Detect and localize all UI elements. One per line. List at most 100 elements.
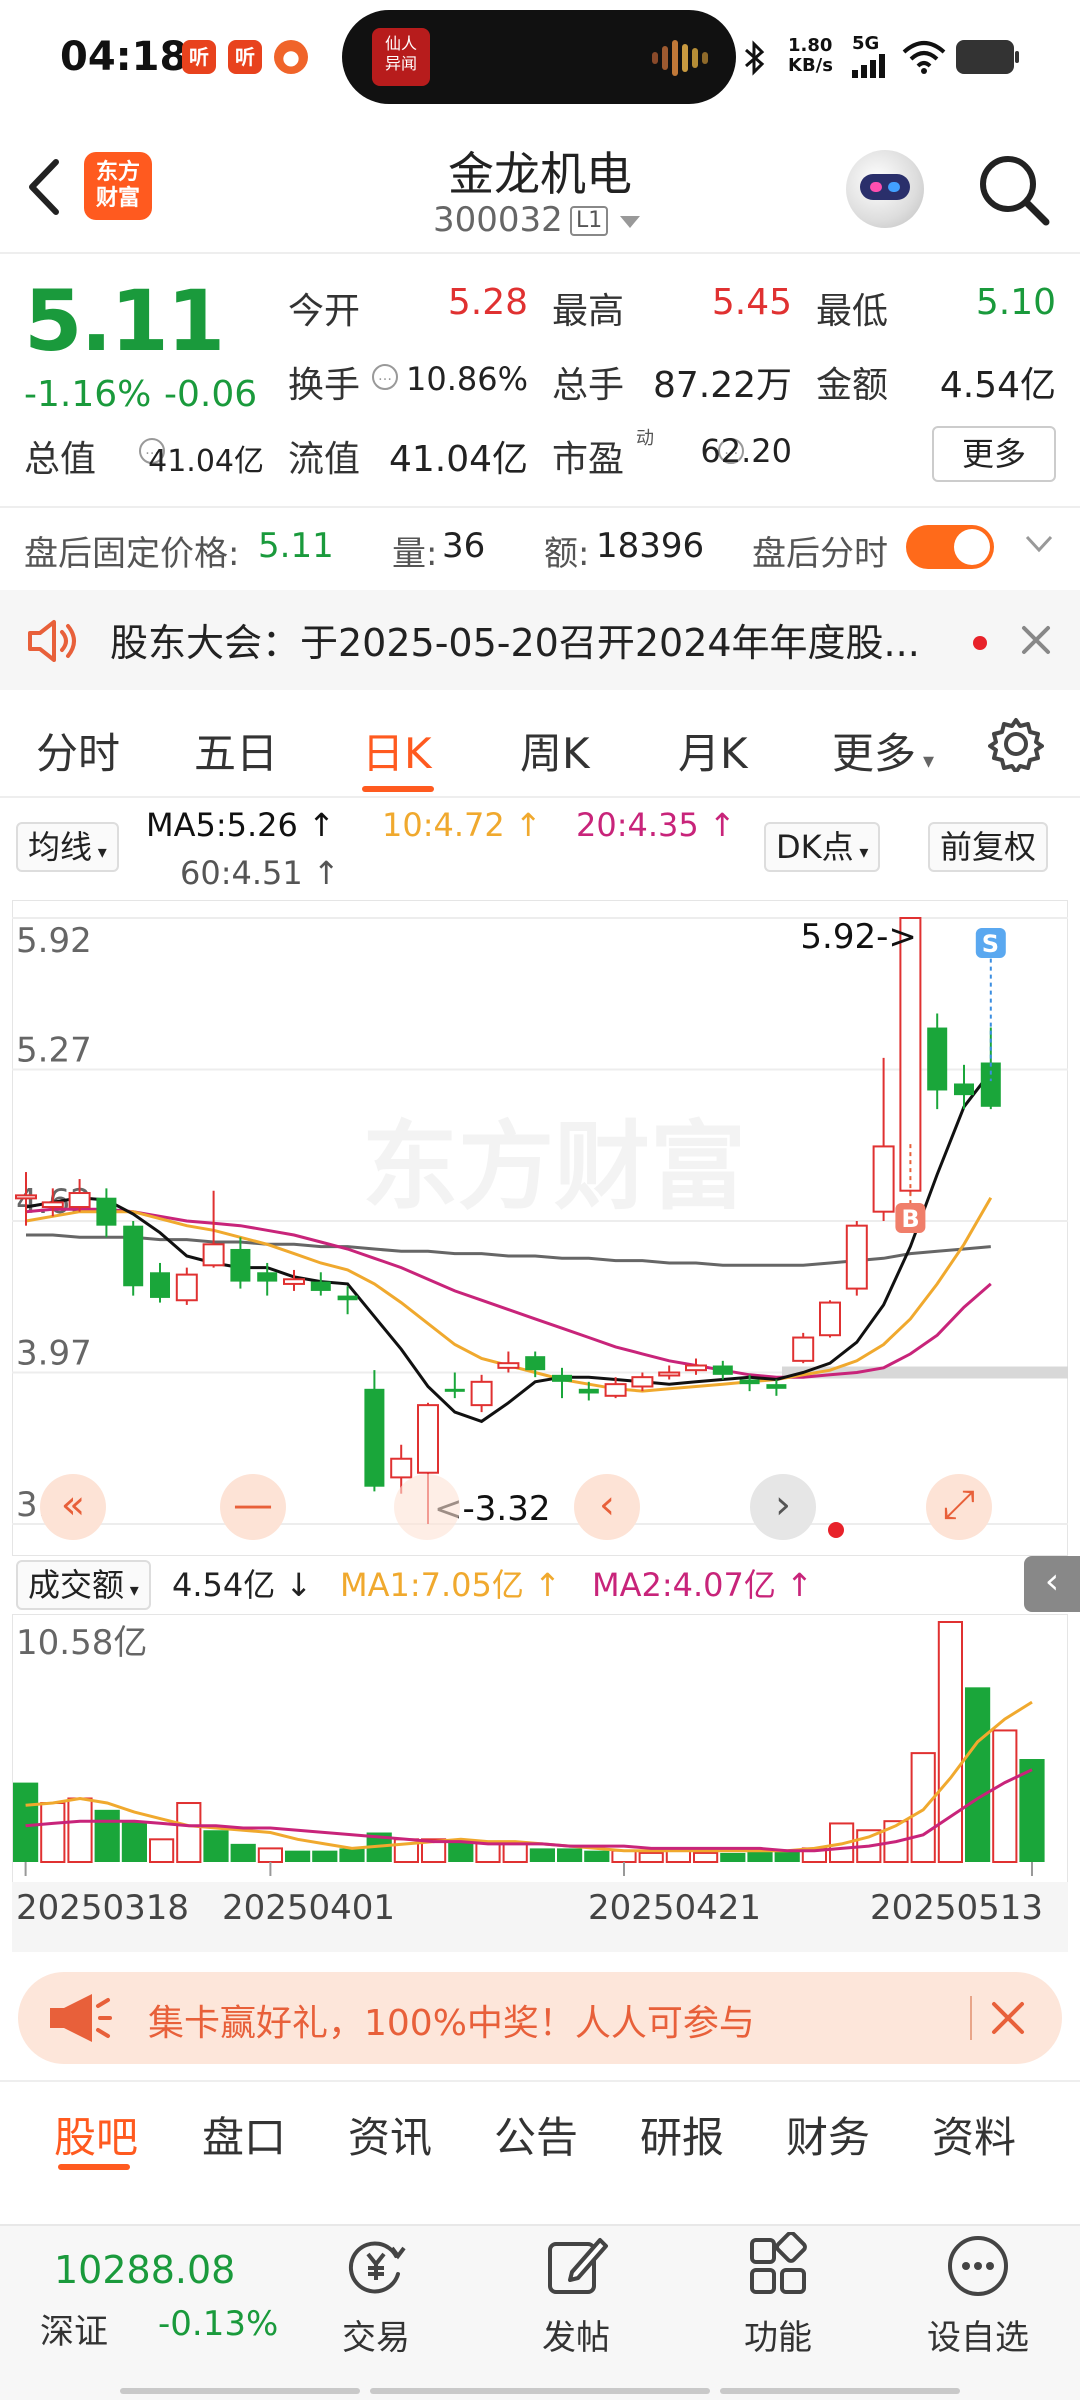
after-hours-toggle[interactable]	[906, 525, 994, 569]
tab-order-book[interactable]: 盘口	[202, 2104, 286, 2165]
tab-monthly-k[interactable]: 月K	[678, 720, 748, 781]
y-tick-label: 10.58亿	[16, 1623, 147, 1663]
tab-financials[interactable]: 财务	[786, 2104, 870, 2165]
float-value: 41.04亿	[388, 439, 528, 480]
chart-next-button[interactable]: ›	[750, 1474, 816, 1540]
after-hours-amount-value: 18396	[596, 526, 705, 566]
turnover-value: 10.86%	[405, 360, 528, 398]
more-button[interactable]: 更多	[932, 426, 1056, 482]
signal-icon	[852, 54, 885, 78]
candle	[792, 1336, 815, 1362]
y-tick-label: 5.27	[16, 1031, 92, 1071]
candle	[954, 1083, 974, 1096]
notice-bar[interactable]: 股东大会：于2025-05-20召开2024年年度股...	[0, 590, 1080, 690]
trade-icon[interactable]	[342, 2232, 410, 2300]
after-hours-price-label: 盘后固定价格:	[24, 534, 240, 574]
gear-icon[interactable]	[988, 716, 1044, 772]
chevron-down-icon[interactable]	[1024, 534, 1054, 554]
volume-bar	[557, 1848, 583, 1862]
index-name[interactable]: 深证	[40, 2304, 108, 2353]
close-icon[interactable]	[990, 2000, 1026, 2036]
functions-icon[interactable]	[744, 2232, 812, 2300]
tab-intraday[interactable]: 分时	[36, 720, 120, 781]
nav-functions[interactable]: 功能	[708, 2310, 848, 2359]
app-notification-icon: 听	[182, 40, 216, 74]
change-percent: -1.16%	[24, 374, 152, 415]
candle	[202, 1243, 225, 1267]
after-hours-price-value: 5.11	[258, 526, 334, 566]
home-indicator	[120, 2388, 360, 2394]
zoom-out-button[interactable]: —	[220, 1474, 286, 1540]
ai-robot-icon[interactable]	[846, 150, 924, 228]
amount-value: 4.54亿	[939, 365, 1056, 406]
indicator-selector[interactable]: 均线 ▾	[16, 822, 119, 872]
open-value: 5.28	[447, 282, 528, 323]
nav-post[interactable]: 发帖	[506, 2310, 646, 2359]
candle	[41, 1201, 64, 1209]
volume-bar	[774, 1850, 800, 1862]
tab-news[interactable]: 资讯	[348, 2104, 432, 2165]
dropdown-triangle-icon[interactable]	[620, 216, 640, 228]
compose-icon[interactable]	[542, 2232, 610, 2300]
turnover-label: 换手	[288, 365, 361, 406]
dk-point-button[interactable]: DK点 ▾	[764, 822, 881, 872]
candle	[497, 1362, 520, 1369]
tab-more[interactable]: 更多 ▾	[832, 720, 934, 781]
tab-research[interactable]: 研报	[640, 2104, 724, 2165]
volume-chart[interactable]: 10.58亿	[12, 1614, 1068, 1884]
volume-bar	[693, 1851, 719, 1863]
ma5-legend: MA5:5.26 ↑	[146, 806, 335, 844]
volume-indicator-selector[interactable]: 成交额 ▾	[16, 1560, 151, 1610]
candle	[631, 1376, 654, 1388]
alert-dot	[828, 1522, 844, 1538]
candle	[980, 1062, 1001, 1107]
candle	[417, 1404, 439, 1474]
nav-trade[interactable]: 交易	[306, 2310, 446, 2359]
candle	[283, 1278, 305, 1285]
collapse-panel-button[interactable]: ‹	[1024, 1556, 1080, 1612]
candle	[872, 1145, 895, 1213]
promo-text: 集卡赢好礼，100%中奖！人人可参与	[148, 2003, 755, 2044]
fullscreen-button[interactable]: ⤢	[926, 1474, 992, 1540]
net-speed: 1.80 KB/s	[788, 35, 833, 76]
after-hours-volume-value: 36	[442, 526, 486, 566]
zoom-in-button[interactable]	[394, 1474, 460, 1540]
candle	[175, 1273, 198, 1302]
tab-announcements[interactable]: 公告	[494, 2104, 578, 2165]
volume-ma2: MA2:4.07亿 ↑	[592, 1566, 813, 1604]
candle	[819, 1301, 841, 1337]
y-tick-label: 3.97	[16, 1334, 92, 1374]
open-label: 今开	[288, 291, 361, 332]
tab-five-day[interactable]: 五日	[194, 720, 278, 781]
candlestick-chart[interactable]: 5.925.274.623.973.32东方财富5.92-><-3.32BS	[12, 900, 1068, 1556]
mcap-label: 总值	[24, 439, 97, 480]
speaker-icon	[28, 620, 76, 662]
volume-bar	[13, 1782, 39, 1862]
tab-daily-k[interactable]: 日K	[362, 720, 432, 781]
chart-prev-button[interactable]: ‹	[574, 1474, 640, 1540]
app-notification-icon: 听	[228, 40, 262, 74]
tab-forum[interactable]: 股吧	[54, 2104, 138, 2165]
chart-rewind-button[interactable]: «	[40, 1474, 106, 1540]
promo-banner[interactable]: 集卡赢好礼，100%中奖！人人可参与	[18, 1972, 1062, 2064]
adjust-button[interactable]: 前复权	[928, 822, 1049, 872]
candle	[739, 1379, 760, 1385]
tab-weekly-k[interactable]: 周K	[520, 720, 590, 781]
index-value[interactable]: 10288.08	[54, 2248, 235, 2292]
candle	[845, 1224, 868, 1290]
close-icon[interactable]	[1020, 624, 1052, 656]
volume-bar	[176, 1802, 202, 1864]
volume-label: 总手	[552, 365, 625, 406]
ma10-legend: 10:4.72 ↑	[382, 806, 542, 844]
volume-current: 4.54亿 ↓	[172, 1566, 313, 1604]
nav-add-watchlist[interactable]: 设自选	[908, 2310, 1048, 2359]
level-tag: L1	[570, 206, 609, 236]
search-icon[interactable]	[976, 152, 1052, 228]
info-icon[interactable]: …	[372, 364, 398, 390]
active-tab-indicator	[362, 786, 434, 792]
more-dots-icon[interactable]	[944, 2232, 1012, 2300]
index-change[interactable]: -0.13%	[158, 2304, 278, 2344]
volume-bar	[285, 1850, 311, 1862]
tab-profile[interactable]: 资料	[932, 2104, 1016, 2165]
high-value: 5.45	[711, 282, 792, 323]
